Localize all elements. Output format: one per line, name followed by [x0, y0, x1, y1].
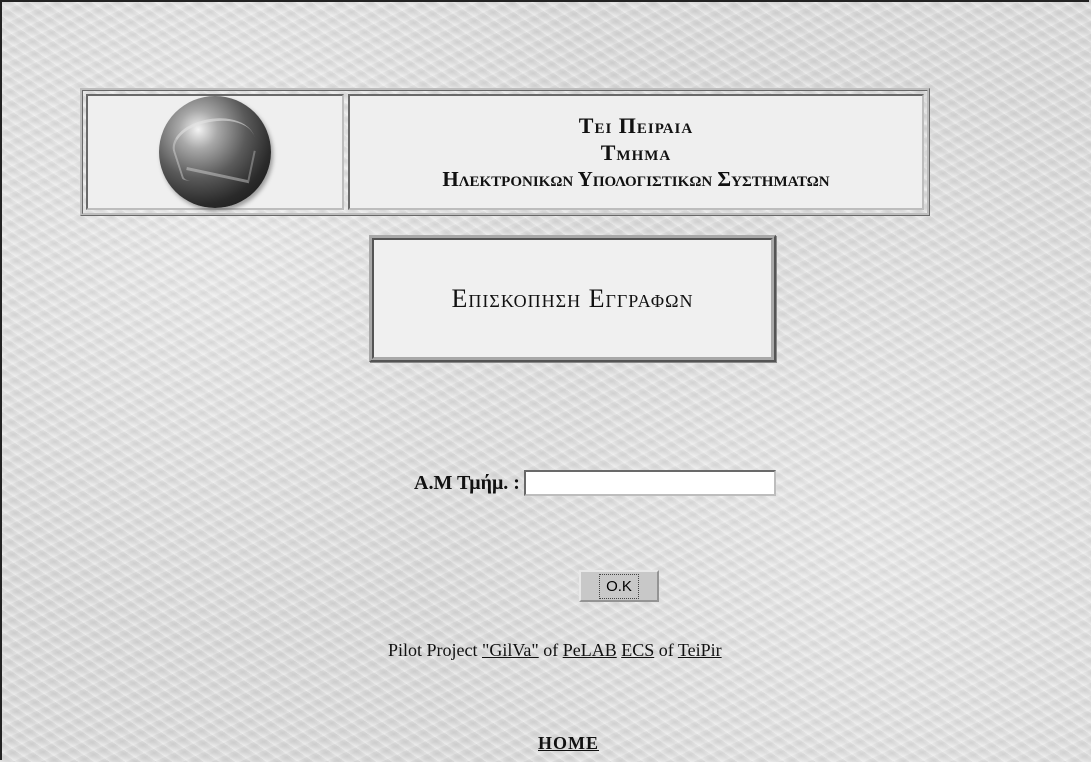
institution-title: Τει Πειραια Τμημα Ηλεκτρονικων Υπολογιστ…: [348, 94, 924, 210]
am-form-row: Α.Μ Τμήμ. :: [414, 470, 776, 496]
am-input[interactable]: [523, 470, 776, 496]
footer-credits: Pilot Project "GilVa" of PeLAB ECS of Te…: [388, 640, 722, 661]
pelab-link[interactable]: PeLAB: [563, 640, 617, 660]
ecs-link[interactable]: ECS: [621, 640, 654, 660]
home-link[interactable]: HOME: [538, 733, 599, 754]
page-title-box: Επισκοπηση Εγγραφων: [369, 235, 776, 362]
institution-name: Τει Πειραια: [578, 112, 694, 138]
globe-logo-icon: [159, 96, 271, 208]
ok-button[interactable]: O.K: [579, 570, 659, 602]
footer-prefix: Pilot Project: [388, 640, 482, 660]
department-name: Ηλεκτρονικων Υπολογιστικων Συστηματων: [442, 166, 830, 191]
department-label: Τμημα: [600, 139, 672, 165]
page-title: Επισκοπηση Εγγραφων: [451, 283, 694, 313]
ok-button-label: O.K: [599, 573, 639, 599]
teipir-link[interactable]: TeiPir: [678, 640, 722, 660]
am-label: Α.Μ Τμήμ. :: [414, 471, 520, 494]
logo-cell: [86, 94, 344, 210]
gilva-link[interactable]: "GilVa": [482, 640, 539, 660]
footer-of-1: of: [538, 640, 563, 660]
header-banner: Τει Πειραια Τμημα Ηλεκτρονικων Υπολογιστ…: [80, 88, 930, 216]
footer-of-2: of: [654, 640, 678, 660]
